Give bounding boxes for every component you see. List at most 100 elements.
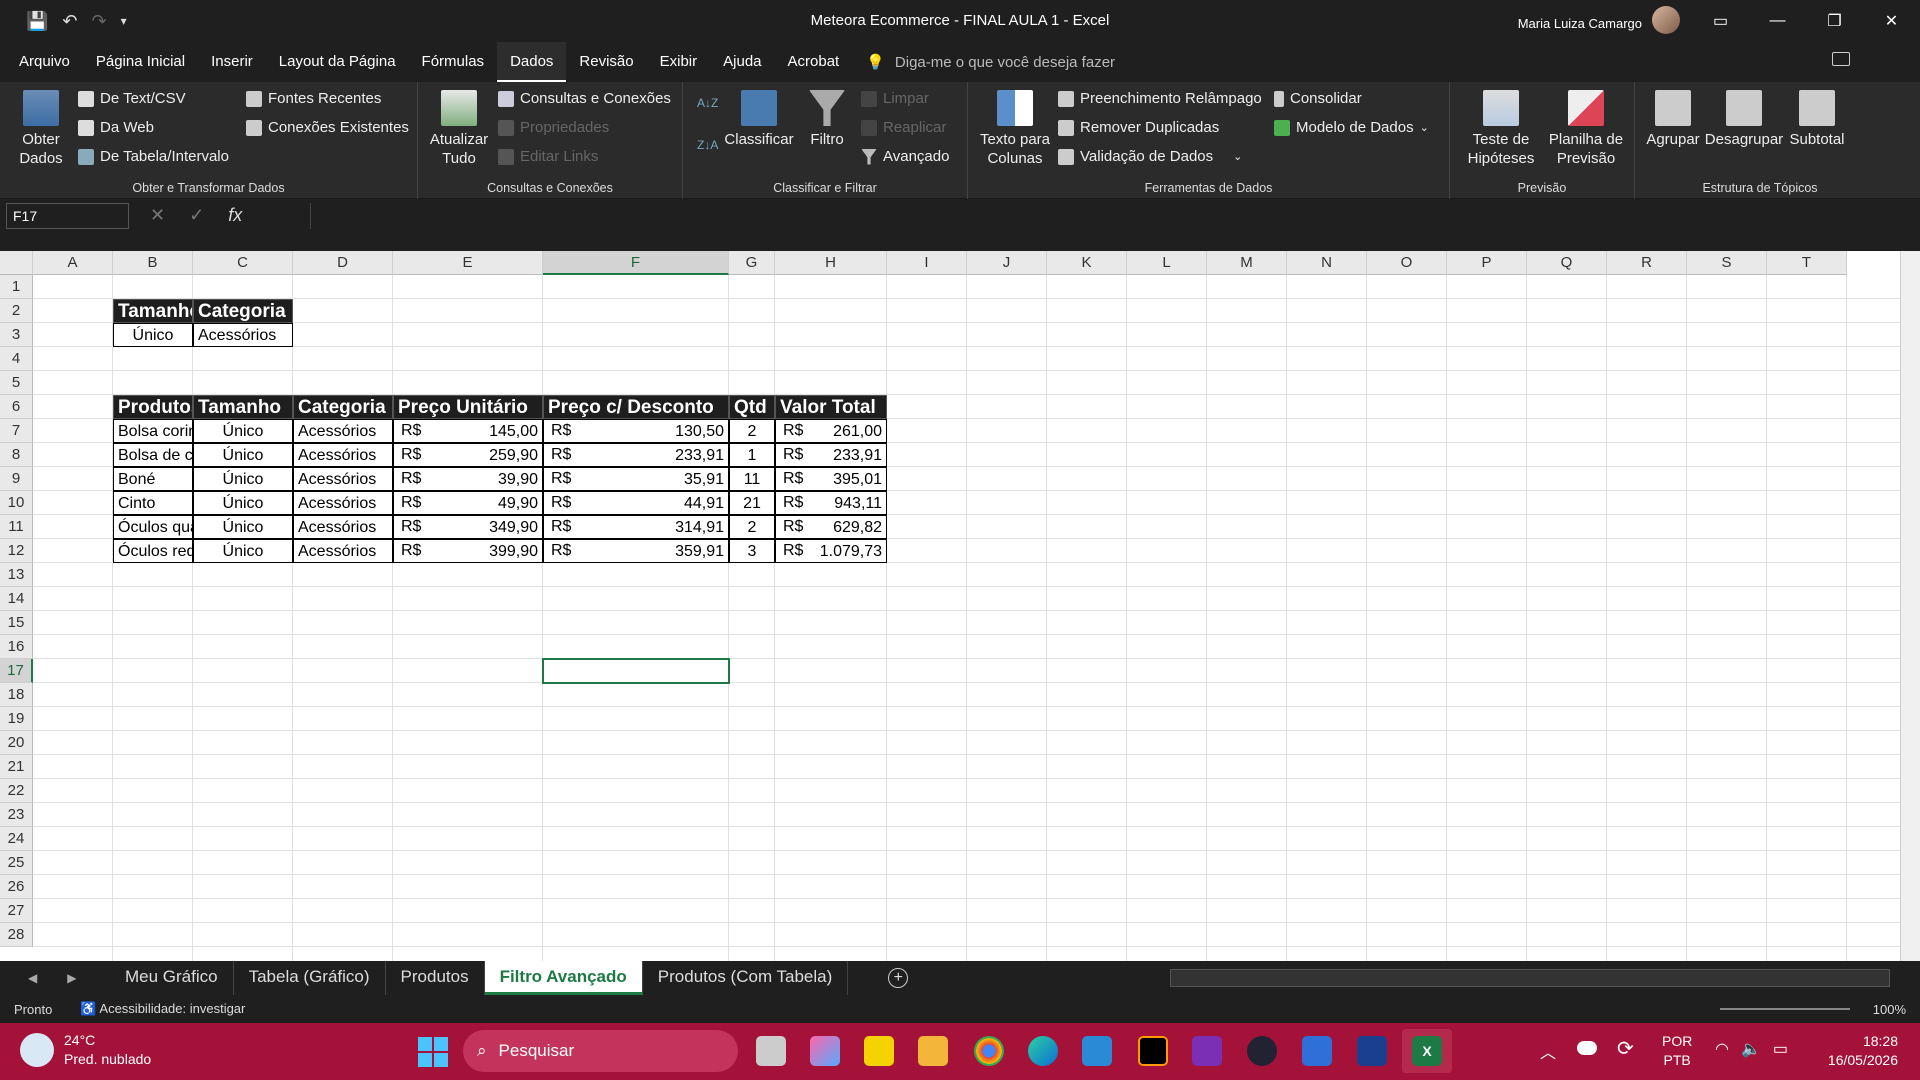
edge-icon[interactable] [1028,1036,1058,1066]
classificar-button[interactable]: Classificar [723,90,795,149]
obter-dados-button[interactable]: Obter Dados [8,90,74,168]
advanced-button[interactable]: Avançado [861,148,949,165]
add-sheet-icon[interactable]: + [888,968,909,988]
start-icon[interactable] [418,1037,448,1067]
row-header[interactable]: 21 [0,755,33,779]
remove-duplicates-button[interactable]: Remover Duplicadas [1058,119,1219,136]
wifi-icon[interactable]: ◠ [1715,1039,1729,1059]
column-header[interactable]: G [729,251,775,275]
sheet-tab[interactable]: Produtos [386,961,485,995]
column-header[interactable]: K [1047,251,1127,275]
clear-button[interactable]: Limpar [861,90,929,107]
recent-sources-button[interactable]: Fontes Recentes [246,90,381,107]
data-validation-button[interactable]: Validação de Dados ⌄ [1058,148,1242,165]
column-header[interactable]: L [1127,251,1207,275]
app-icon[interactable] [1247,1036,1277,1066]
column-header[interactable]: D [293,251,393,275]
row-header[interactable]: 4 [0,347,33,371]
battery-icon[interactable]: ▭ [1773,1039,1788,1059]
text-csv-button[interactable]: De Text/CSV [78,90,186,107]
product-cell[interactable]: Boné [113,467,193,491]
row-header[interactable]: 15 [0,611,33,635]
ribbon-display-icon[interactable]: ▭ [1692,0,1749,42]
chevron-down-icon[interactable]: ⌄ [1233,150,1242,163]
row-header[interactable]: 5 [0,371,33,395]
row-header[interactable]: 10 [0,491,33,515]
row-header[interactable]: 8 [0,443,33,467]
table-header[interactable]: Preço Unitário [393,395,543,419]
product-cell[interactable]: Bolsa coringa [113,419,193,443]
volume-icon[interactable]: 🔈 [1741,1039,1761,1059]
column-header[interactable]: R [1607,251,1687,275]
group-button[interactable]: Agrupar [1641,90,1705,149]
filtro-button[interactable]: Filtro [797,90,857,149]
size-cell[interactable]: Único [193,491,293,515]
criteria-value[interactable]: Único [113,323,193,347]
table-header[interactable]: Qtd [729,395,775,419]
qty-cell[interactable]: 1 [729,443,775,467]
criteria-header[interactable]: Tamanho [113,299,193,323]
menu-tab-fórmulas[interactable]: Fórmulas [409,42,498,82]
file-explorer-icon[interactable] [918,1036,948,1066]
save-icon[interactable]: 💾 [26,11,48,32]
clock[interactable]: 18:28 16/05/2026 [1828,1032,1898,1070]
task-view-icon[interactable] [756,1036,786,1066]
formula-input[interactable] [310,203,1900,229]
category-cell[interactable]: Acessórios [293,467,393,491]
category-cell[interactable]: Acessórios [293,491,393,515]
existing-connections-button[interactable]: Conexões Existentes [246,119,409,136]
product-cell[interactable]: Óculos redondo [113,539,193,563]
product-cell[interactable]: Óculos quadrado [113,515,193,539]
row-header[interactable]: 23 [0,803,33,827]
menu-tab-layout-da-página[interactable]: Layout da Página [266,42,409,82]
undo-icon[interactable]: ↶ [62,11,77,32]
data-model-button[interactable]: Modelo de Dados ⌄ [1274,119,1429,136]
row-header[interactable]: 12 [0,539,33,563]
menu-tab-revisão[interactable]: Revisão [566,42,646,82]
table-header[interactable]: Preço c/ Desconto [543,395,729,419]
weather-icon[interactable] [20,1033,54,1067]
snipping-icon[interactable] [1357,1036,1387,1066]
row-header[interactable]: 18 [0,683,33,707]
table-range-button[interactable]: De Tabela/Intervalo [78,148,229,165]
properties-button[interactable]: Propriedades [498,119,609,136]
row-header[interactable]: 7 [0,419,33,443]
column-header[interactable]: J [967,251,1047,275]
menu-tab-dados[interactable]: Dados [497,42,567,82]
intellij-icon[interactable] [1138,1036,1168,1066]
column-header[interactable]: P [1447,251,1527,275]
translator-icon[interactable] [1302,1036,1332,1066]
chrome-icon[interactable] [974,1036,1004,1066]
sync-icon[interactable]: ⟳ [1617,1036,1634,1061]
forecast-sheet-button[interactable]: Planilha de Previsão [1545,90,1627,168]
sort-az-icon[interactable]: A↓Z [697,96,718,110]
accessibility-status[interactable]: ♿ Acessibilidade: investigar [80,1001,245,1017]
row-header[interactable]: 17 [0,659,33,683]
column-header[interactable]: Q [1527,251,1607,275]
prev-sheet-icon[interactable]: ◀ [28,971,37,985]
enter-icon[interactable]: ✓ [189,205,204,226]
column-header[interactable]: C [193,251,293,275]
menu-tab-exibir[interactable]: Exibir [647,42,711,82]
spreadsheet-grid[interactable]: A B C D E F G H I J K L M N O P Q R S T 1 2 3 4 5 6 7 8 9 10 11 12 13 14 1… [0,251,1920,961]
sort-za-icon[interactable]: Z↓A [697,138,718,152]
row-header[interactable]: 2 [0,299,33,323]
qty-cell[interactable]: 3 [729,539,775,563]
size-cell[interactable]: Único [193,539,293,563]
size-cell[interactable]: Único [193,419,293,443]
next-sheet-icon[interactable]: ▶ [67,971,76,985]
criteria-header[interactable]: Categoria [193,299,293,323]
column-header[interactable]: I [887,251,967,275]
user-account[interactable]: Maria Luiza Camargo [1518,6,1680,34]
row-header[interactable]: 3 [0,323,33,347]
edit-links-button[interactable]: Editar Links [498,148,598,165]
row-header[interactable]: 11 [0,515,33,539]
sheet-tab[interactable]: Meu Gráfico [110,961,234,995]
column-header[interactable]: H [775,251,887,275]
column-header[interactable]: M [1207,251,1287,275]
size-cell[interactable]: Único [193,467,293,491]
consolidate-button[interactable]: Consolidar [1274,90,1362,107]
customize-icon[interactable]: ▾ [121,14,127,28]
restore-button[interactable]: ❐ [1806,0,1863,42]
excel-icon[interactable]: X [1412,1036,1442,1066]
